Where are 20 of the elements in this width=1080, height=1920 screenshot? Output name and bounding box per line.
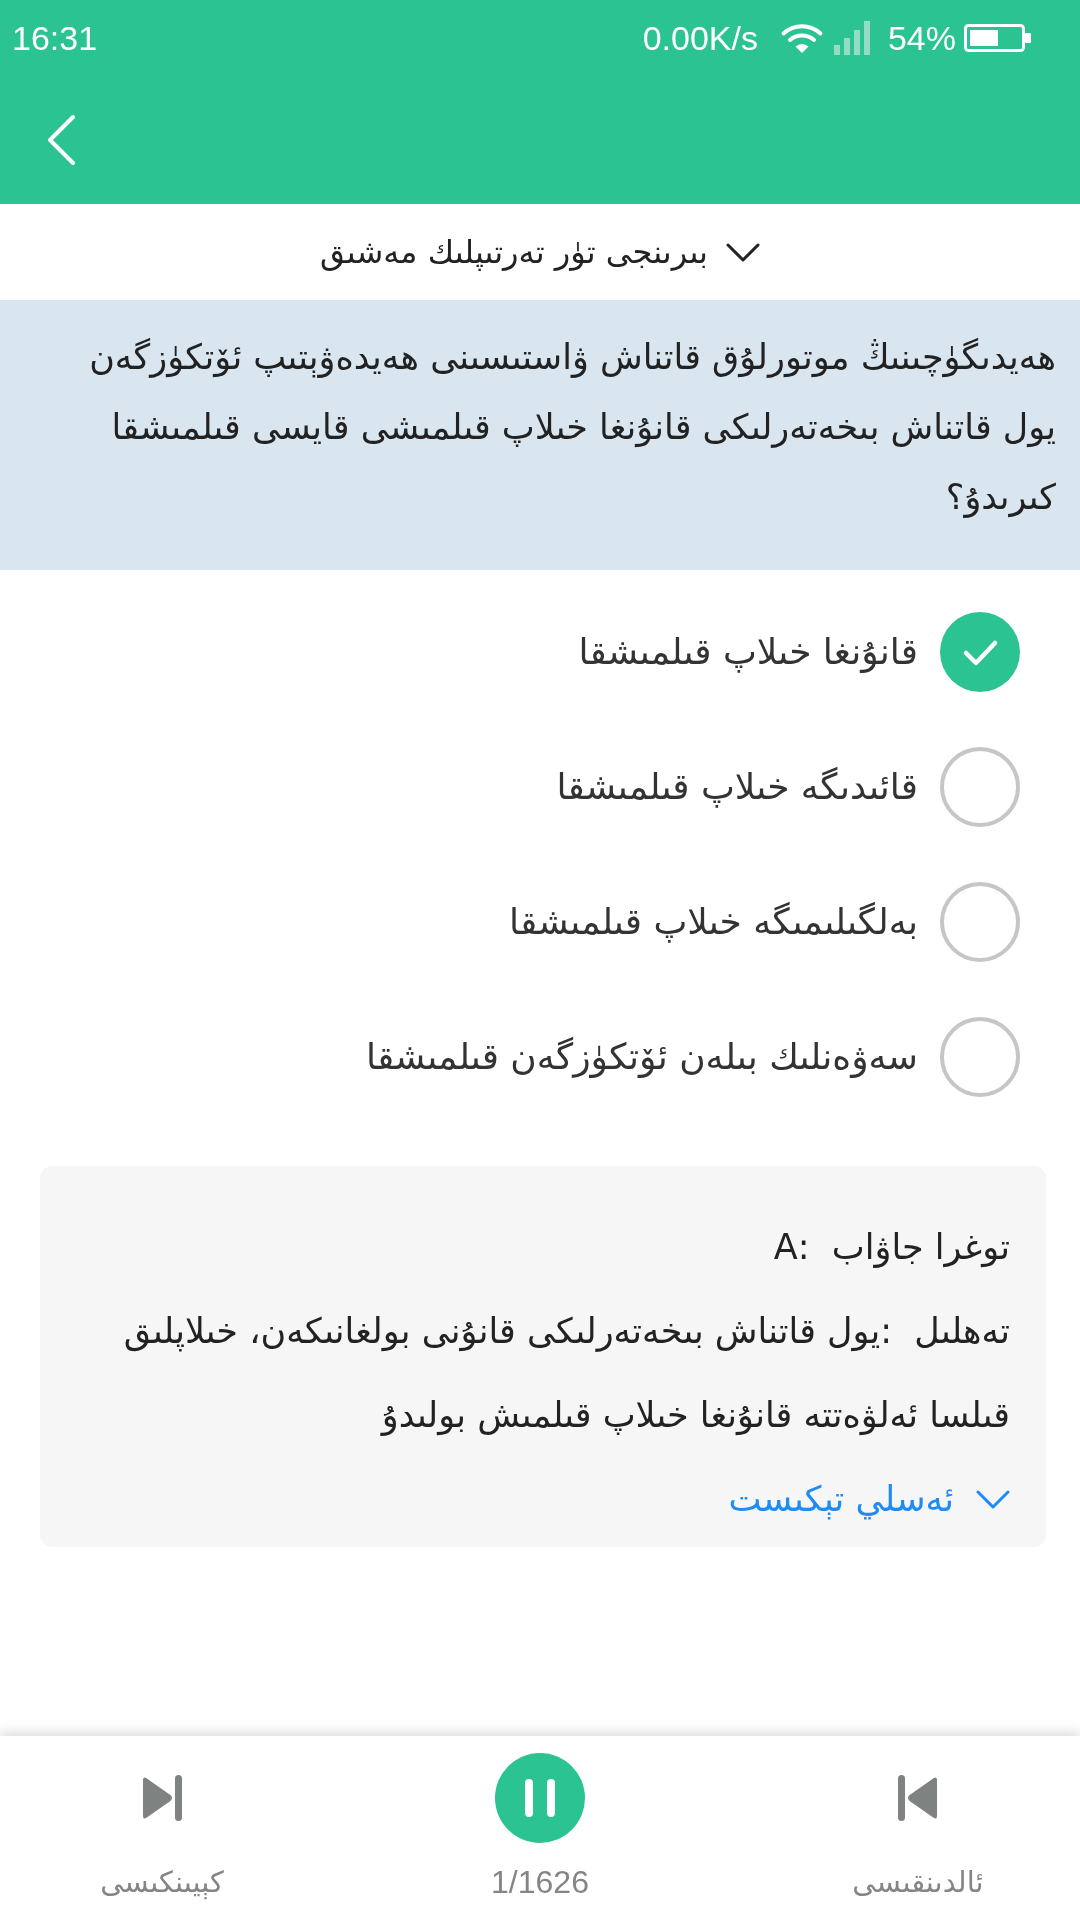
answer-text: توغرا جاۋاب :A	[773, 1226, 1010, 1270]
battery-icon	[964, 24, 1032, 52]
skip-next-icon	[141, 1775, 183, 1821]
network-speed: 0.00K/s	[642, 18, 758, 58]
answer-option[interactable]: قائىدىگە خىلاپ قىلمىشقا	[556, 719, 1020, 854]
question-text: ھەيدىگۈچىنىڭ موتورلۇق قاتناش ۋاستىسىنى ھەيدەۋېتىپ ئۆتكۈزگەن يول قاتناش بىخەتەرلىكى قانۇنغا خىلاپ قىلمىشى قايسى قىلمىشقا كىرىدۇ؟	[88, 336, 1056, 520]
next-button[interactable]: كېيىنكىسى	[82, 1753, 242, 1902]
battery-percent: 54%	[887, 18, 956, 58]
skip-previous-icon	[897, 1775, 939, 1821]
previous-button[interactable]: ئالدىنقىسى	[838, 1753, 998, 1902]
practice-selector[interactable]: بىرىنجى تۈر تەرتىپلىك مەشىق	[320, 230, 760, 274]
answer-option[interactable]: سەۋەنلىك بىلەن ئۆتكۈزگەن قىلمىشقا	[365, 989, 1020, 1124]
question-counter: 1/1626	[491, 1863, 589, 1902]
back-icon[interactable]	[46, 114, 76, 166]
signal-icon	[833, 21, 872, 55]
answer-option[interactable]: قانۇنغا خىلاپ قىلمىشقا	[578, 584, 1020, 719]
status-time: 16:31	[12, 18, 98, 58]
wifi-icon	[779, 23, 824, 53]
analysis-text: تەھلىل :يول قاتناش بىخەتەرلىكى قانۇنى بولغانىكەن، خىلاپلىق قىلسا ئەلۋەتتە قانۇنغا خىلاپ قىلمىش بولىدۇ	[122, 1310, 1010, 1438]
answer-option[interactable]: بەلگىلىمىگە خىلاپ قىلمىشقا	[509, 854, 1020, 989]
